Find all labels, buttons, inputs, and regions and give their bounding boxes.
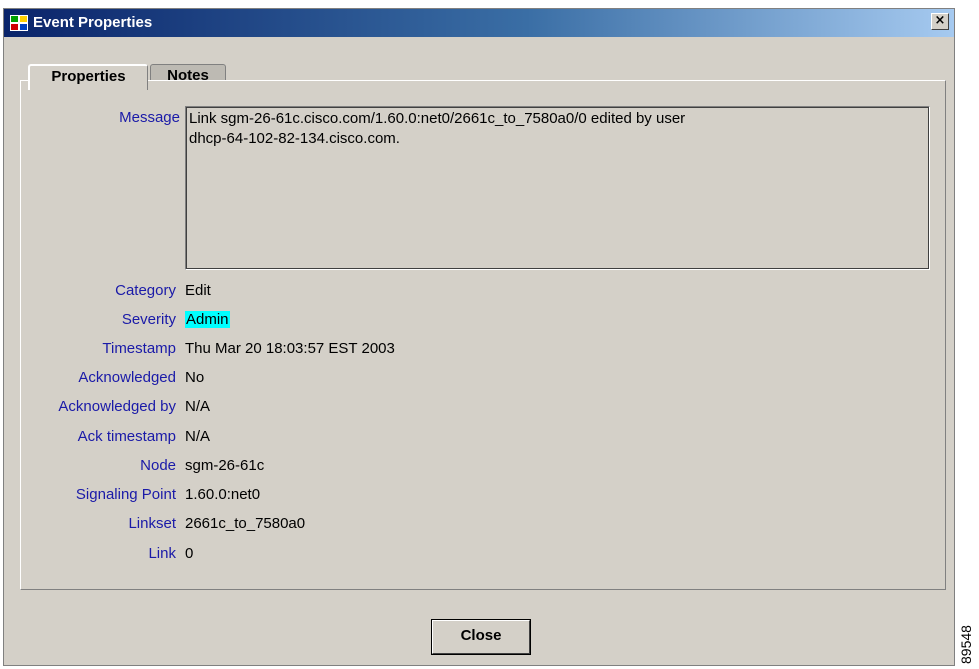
message-label: Message	[119, 109, 180, 126]
acknowledged-by-value: N/A	[185, 398, 211, 415]
signaling-point-label: Signaling Point	[75, 486, 176, 503]
link-label: Link	[148, 545, 176, 562]
signaling-point-value: 1.60.0:net0	[185, 486, 261, 503]
acknowledged-label: Acknowledged	[78, 369, 176, 386]
severity-label: Severity	[121, 311, 176, 328]
message-line-2: dhcp-64-102-82-134.cisco.com.	[189, 130, 400, 147]
ack-timestamp-value: N/A	[185, 428, 211, 445]
category-value: Edit	[185, 282, 211, 299]
close-button[interactable]: Close	[431, 619, 531, 655]
node-value: sgm-26-61c	[185, 457, 265, 474]
figure-id: 89548	[958, 625, 974, 664]
network-tree-icon	[10, 15, 28, 31]
link-value: 0	[185, 545, 194, 562]
severity-badge: Admin	[185, 311, 230, 328]
timestamp-value: Thu Mar 20 18:03:57 EST 2003	[185, 340, 395, 357]
close-icon[interactable]: ×	[931, 13, 949, 30]
linkset-label: Linkset	[128, 515, 176, 532]
acknowledged-value: No	[185, 369, 205, 386]
title-bar[interactable]: Event Properties ×	[4, 9, 954, 37]
window-title: Event Properties	[33, 14, 153, 31]
message-line-1: Link sgm-26-61c.cisco.com/1.60.0:net0/26…	[189, 110, 686, 127]
acknowledged-by-label: Acknowledged by	[58, 398, 176, 415]
linkset-value: 2661c_to_7580a0	[185, 515, 306, 532]
severity-value: Admin	[185, 311, 230, 328]
node-label: Node	[140, 457, 176, 474]
tab-properties[interactable]: Properties	[28, 64, 148, 90]
timestamp-label: Timestamp	[102, 340, 176, 357]
message-textarea[interactable]: Link sgm-26-61c.cisco.com/1.60.0:net0/26…	[185, 106, 930, 270]
ack-timestamp-label: Ack timestamp	[77, 428, 176, 445]
category-label: Category	[115, 282, 176, 299]
